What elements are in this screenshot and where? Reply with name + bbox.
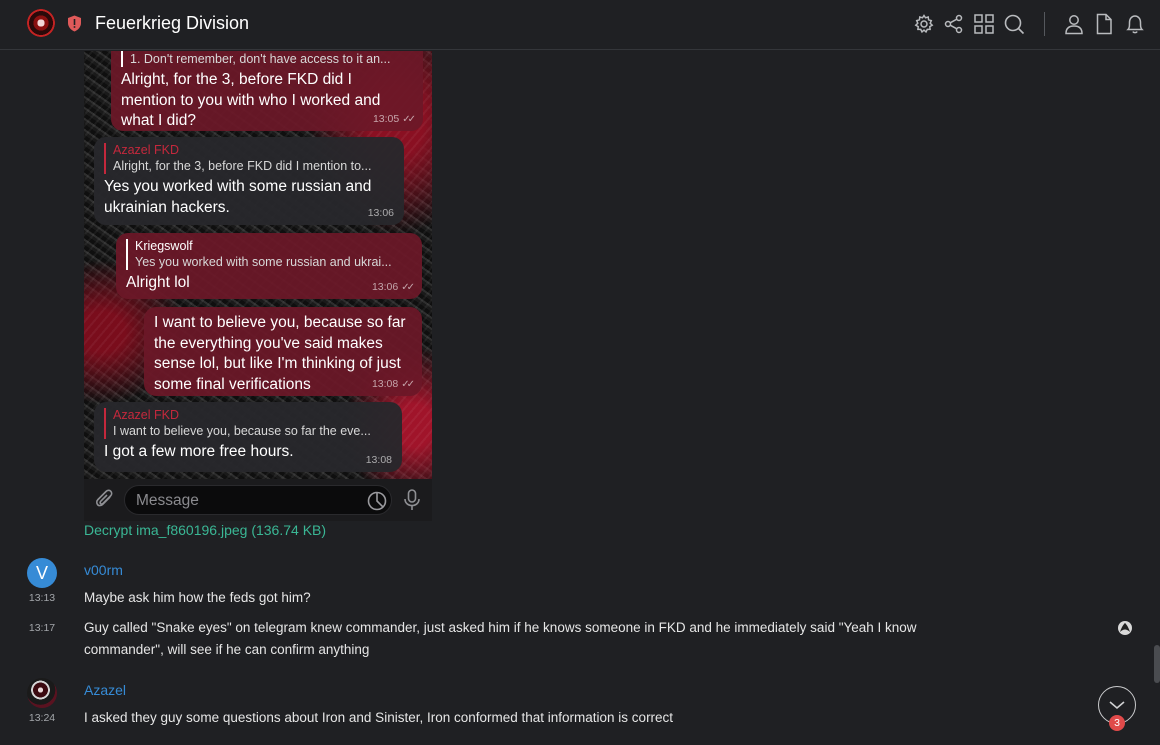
reply-quote: 1. Don't remember, don't have access to …	[121, 51, 413, 67]
message-body: Maybe ask him how the feds got him?	[84, 590, 311, 605]
bubble-line: sense lol, but like I'm thinking of just	[154, 355, 401, 372]
read-receipt-avatar-icon[interactable]	[1117, 620, 1133, 636]
room-header: Feuerkrieg Division	[0, 0, 1160, 50]
decrypt-attachment-link[interactable]: Decrypt ima_f860196.jpeg (136.74 KB)	[84, 522, 326, 538]
room-title: Feuerkrieg Division	[95, 13, 250, 33]
unread-count-badge: 3	[1109, 715, 1125, 731]
bubble-time: 13:06	[367, 207, 394, 219]
chat-bubble-outgoing: 1. Don't remember, don't have access to …	[111, 51, 423, 131]
reply-sender: Azazel FKD	[113, 143, 179, 157]
reply-quote: Kriegswolf Yes you worked with some russ…	[126, 239, 412, 270]
chat-bubble-incoming: Azazel FKD I want to believe you, becaus…	[94, 402, 402, 472]
reply-sender: Azazel FKD	[113, 408, 179, 422]
bubble-line: mention to you with who I worked and	[121, 91, 381, 109]
message-timestamp: 13:24	[28, 712, 56, 724]
avatar[interactable]: V	[27, 558, 57, 588]
bubble-line: I got a few more free hours.	[104, 443, 294, 460]
message-body: Guy called "Snake eyes" on telegram knew…	[84, 617, 984, 661]
bubble-text: Yes you worked with some russian and ukr…	[104, 177, 394, 218]
message-timestamp: 13:17	[28, 622, 56, 634]
reply-quote: Azazel FKD Alright, for the 3, before FK…	[104, 143, 394, 174]
share-icon[interactable]	[943, 13, 965, 35]
apps-icon[interactable]	[973, 13, 995, 35]
chevron-down-icon	[1109, 701, 1125, 710]
room-settings-icon[interactable]	[913, 13, 935, 35]
reply-text: Alright, for the 3, before FKD did I men…	[113, 159, 372, 173]
bubble-text: Alright, for the 3, before FKD did I men…	[121, 70, 413, 132]
bubble-line: what I did?	[121, 112, 196, 129]
bubble-line: the everything you've said makes	[154, 334, 383, 352]
bubble-line: ukrainian hackers.	[104, 198, 230, 216]
scrollbar-thumb[interactable]	[1154, 645, 1160, 683]
notifications-icon[interactable]	[1124, 13, 1146, 35]
sticker-icon	[367, 491, 387, 511]
reply-text: Yes you worked with some russian and ukr…	[135, 255, 392, 269]
room-avatar[interactable]	[27, 9, 55, 37]
reply-text: 1. Don't remember, don't have access to …	[130, 52, 391, 66]
reply-quote: Azazel FKD I want to believe you, becaus…	[104, 408, 392, 439]
member-list-icon[interactable]	[1063, 13, 1085, 35]
shield-warning-icon[interactable]	[67, 15, 82, 32]
message-body: I asked they guy some questions about Ir…	[84, 710, 674, 725]
image-message-field: Message	[124, 485, 392, 515]
bubble-time: 13:06 ✓✓	[371, 281, 415, 293]
sender-name[interactable]: v00rm	[84, 562, 123, 578]
header-divider	[1044, 12, 1045, 36]
chat-bubble-incoming: Azazel FKD Alright, for the 3, before FK…	[94, 137, 404, 225]
bubble-time: 13:08 ✓✓	[371, 378, 415, 390]
image-composer-bar: Message	[84, 479, 432, 521]
chat-bubble-outgoing: Kriegswolf Yes you worked with some russ…	[116, 233, 422, 299]
paperclip-icon	[96, 489, 113, 507]
image-attachment[interactable]: 1. Don't remember, don't have access to …	[84, 51, 432, 519]
reply-text: I want to believe you, because so far th…	[113, 424, 371, 438]
bubble-text: I got a few more free hours.	[104, 442, 392, 463]
reply-sender: Kriegswolf	[135, 239, 193, 253]
bubble-time: 13:05 ✓✓	[372, 113, 416, 125]
bubble-line: Alright lol	[126, 274, 190, 291]
bubble-text: Alright lol	[126, 273, 412, 294]
files-icon[interactable]	[1093, 13, 1115, 35]
chat-bubble-outgoing: I want to believe you, because so far th…	[144, 307, 422, 396]
bubble-line: Yes you worked with some russian and	[104, 178, 372, 195]
bubble-line: I want to believe you, because so far	[154, 314, 406, 331]
search-icon[interactable]	[1003, 13, 1025, 35]
message-timestamp: 13:13	[28, 592, 56, 604]
bubble-time: 13:08	[365, 454, 392, 466]
timeline: 1. Don't remember, don't have access to …	[0, 51, 1160, 745]
microphone-icon	[404, 489, 420, 510]
message-line: Guy called "Snake eyes" on telegram knew…	[84, 620, 917, 635]
sender-name[interactable]: Azazel	[84, 682, 126, 698]
bubble-line: Alright, for the 3, before FKD did I	[121, 71, 352, 88]
avatar[interactable]	[27, 678, 57, 708]
message-placeholder: Message	[136, 492, 199, 509]
message-line: commander", will see if he can confirm a…	[84, 642, 370, 657]
